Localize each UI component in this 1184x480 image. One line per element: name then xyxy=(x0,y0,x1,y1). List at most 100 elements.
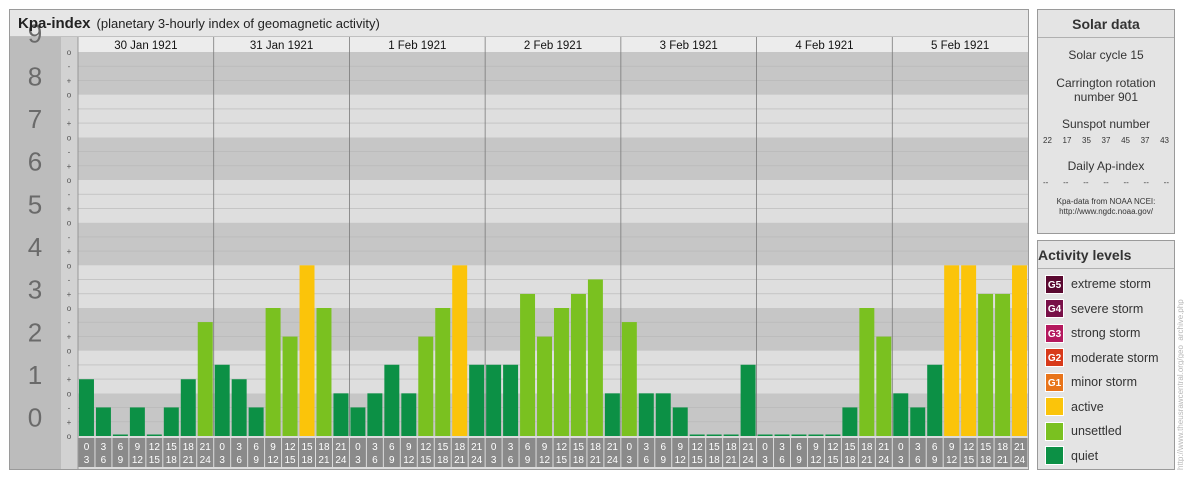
interval-end-label: 6 xyxy=(372,455,378,466)
kp-bar xyxy=(842,407,858,436)
minor-tick-symbol: + xyxy=(67,418,72,427)
interval-end-label: 15 xyxy=(827,455,839,466)
legend-label: moderate storm xyxy=(1071,350,1159,365)
kp-bar xyxy=(418,336,434,436)
legend-label: severe storm xyxy=(1071,301,1144,316)
interval-end-label: 9 xyxy=(796,455,802,466)
interval-end-label: 9 xyxy=(389,455,395,466)
legend-item: G3 strong storm xyxy=(1045,323,1140,343)
interval-start-label: 3 xyxy=(101,442,107,453)
interval-start-label: 21 xyxy=(607,442,619,453)
legend-label: extreme storm xyxy=(1071,277,1151,291)
kp-bar xyxy=(520,293,536,436)
minor-tick-symbol: + xyxy=(67,290,72,299)
interval-start-label: 21 xyxy=(335,442,347,453)
minor-tick-symbol: + xyxy=(67,247,72,256)
interval-end-label: 12 xyxy=(810,455,822,466)
y-tick-label: 6 xyxy=(28,147,42,177)
band-5 xyxy=(78,180,1028,223)
kp-bar xyxy=(214,364,230,436)
kp-bar xyxy=(927,364,943,436)
interval-start-label: 12 xyxy=(149,442,161,453)
y-tick-label: 1 xyxy=(28,360,42,390)
kpa-chart-panel: 0 1 2 3 4 5 6 7 8 9 o + - o + - o + - o + - o + - o + - o + - o + - o + - o 30… xyxy=(9,9,1029,470)
sunspot-value: 37 xyxy=(1140,136,1150,145)
interval-end-label: 3 xyxy=(898,455,904,466)
interval-end-label: 21 xyxy=(183,455,195,466)
interval-start-label: 3 xyxy=(915,442,921,453)
interval-end-label: 3 xyxy=(355,455,361,466)
band-8 xyxy=(78,52,1028,95)
interval-start-label: 15 xyxy=(437,442,449,453)
legend-swatch xyxy=(1045,397,1064,416)
legend-item: active xyxy=(1045,397,1104,417)
y-tick-label: 8 xyxy=(28,61,42,91)
interval-end-label: 3 xyxy=(219,455,225,466)
kp-bar xyxy=(384,364,400,436)
interval-end-label: 9 xyxy=(525,455,531,466)
interval-end-label: 12 xyxy=(268,455,280,466)
interval-end-label: 24 xyxy=(335,455,347,466)
interval-end-label: 3 xyxy=(491,455,497,466)
interval-end-label: 15 xyxy=(692,455,704,466)
band-3 xyxy=(78,265,1028,308)
interval-start-label: 6 xyxy=(389,442,395,453)
interval-start-label: 3 xyxy=(372,442,378,453)
minor-tick-symbol: + xyxy=(67,375,72,384)
kp-bar xyxy=(621,322,637,436)
interval-start-label: 12 xyxy=(420,442,432,453)
kp-bar xyxy=(95,407,111,436)
kp-bar xyxy=(435,308,451,436)
carrington-line-2: number 901 xyxy=(1073,90,1139,104)
interval-end-label: 24 xyxy=(200,455,212,466)
interval-start-label: 18 xyxy=(861,442,873,453)
interval-end-label: 24 xyxy=(471,455,483,466)
interval-start-label: 9 xyxy=(949,442,955,453)
source-link[interactable]: http://www.ngdc.noaa.gov/ xyxy=(1038,207,1174,217)
interval-start-label: 6 xyxy=(253,442,259,453)
date-label: 2 Feb 1921 xyxy=(524,40,582,52)
minor-tick-symbol: + xyxy=(67,204,72,213)
interval-end-label: 21 xyxy=(997,455,1009,466)
legend-item: G4 severe storm xyxy=(1045,299,1143,319)
date-label: 1 Feb 1921 xyxy=(388,40,446,52)
kp-bar xyxy=(112,434,128,436)
legend-swatch: G2 xyxy=(1045,348,1064,367)
y-tick-label: 0 xyxy=(28,403,42,433)
kp-bar xyxy=(757,434,773,436)
interval-end-label: 21 xyxy=(318,455,330,466)
credit-link[interactable]: http://www.theusrawcentral.org/geo_archi… xyxy=(1176,299,1184,470)
kp-bar xyxy=(367,393,383,436)
kp-bar xyxy=(1012,265,1027,436)
interval-end-label: 6 xyxy=(644,455,650,466)
source-note: Kpa-data from NOAA NCEI: http://www.ngdc… xyxy=(1038,197,1174,217)
interval-start-label: 0 xyxy=(898,442,904,453)
interval-end-label: 24 xyxy=(878,455,890,466)
kp-bar xyxy=(231,379,247,436)
interval-end-label: 9 xyxy=(932,455,938,466)
kp-bar xyxy=(299,265,315,436)
minor-tick-symbol: o xyxy=(67,48,72,57)
sunspot-value: 17 xyxy=(1062,136,1072,145)
legend-label: strong storm xyxy=(1071,326,1141,340)
kp-bar xyxy=(944,265,960,436)
sunspot-value: 37 xyxy=(1101,136,1111,145)
interval-end-label: 18 xyxy=(166,455,178,466)
kp-bar xyxy=(808,434,824,436)
interval-end-label: 3 xyxy=(84,455,90,466)
legend-item: G5 extreme storm xyxy=(1045,274,1151,294)
interval-end-label: 12 xyxy=(403,455,415,466)
sunspot-value: 45 xyxy=(1121,136,1130,145)
interval-start-label: 9 xyxy=(677,442,683,453)
kp-bar xyxy=(893,393,909,436)
interval-start-label: 9 xyxy=(270,442,276,453)
minor-tick-symbol: o xyxy=(67,261,72,270)
interval-start-label: 0 xyxy=(762,442,768,453)
legend-swatch: G5 xyxy=(1045,274,1064,294)
interval-end-label: 15 xyxy=(556,455,568,466)
legend-item: unsettled xyxy=(1045,421,1122,441)
minor-tick-symbol: o xyxy=(67,91,72,100)
kp-bar xyxy=(638,393,654,436)
legend-swatch xyxy=(1045,446,1064,465)
minor-tick-symbol: - xyxy=(68,276,71,285)
